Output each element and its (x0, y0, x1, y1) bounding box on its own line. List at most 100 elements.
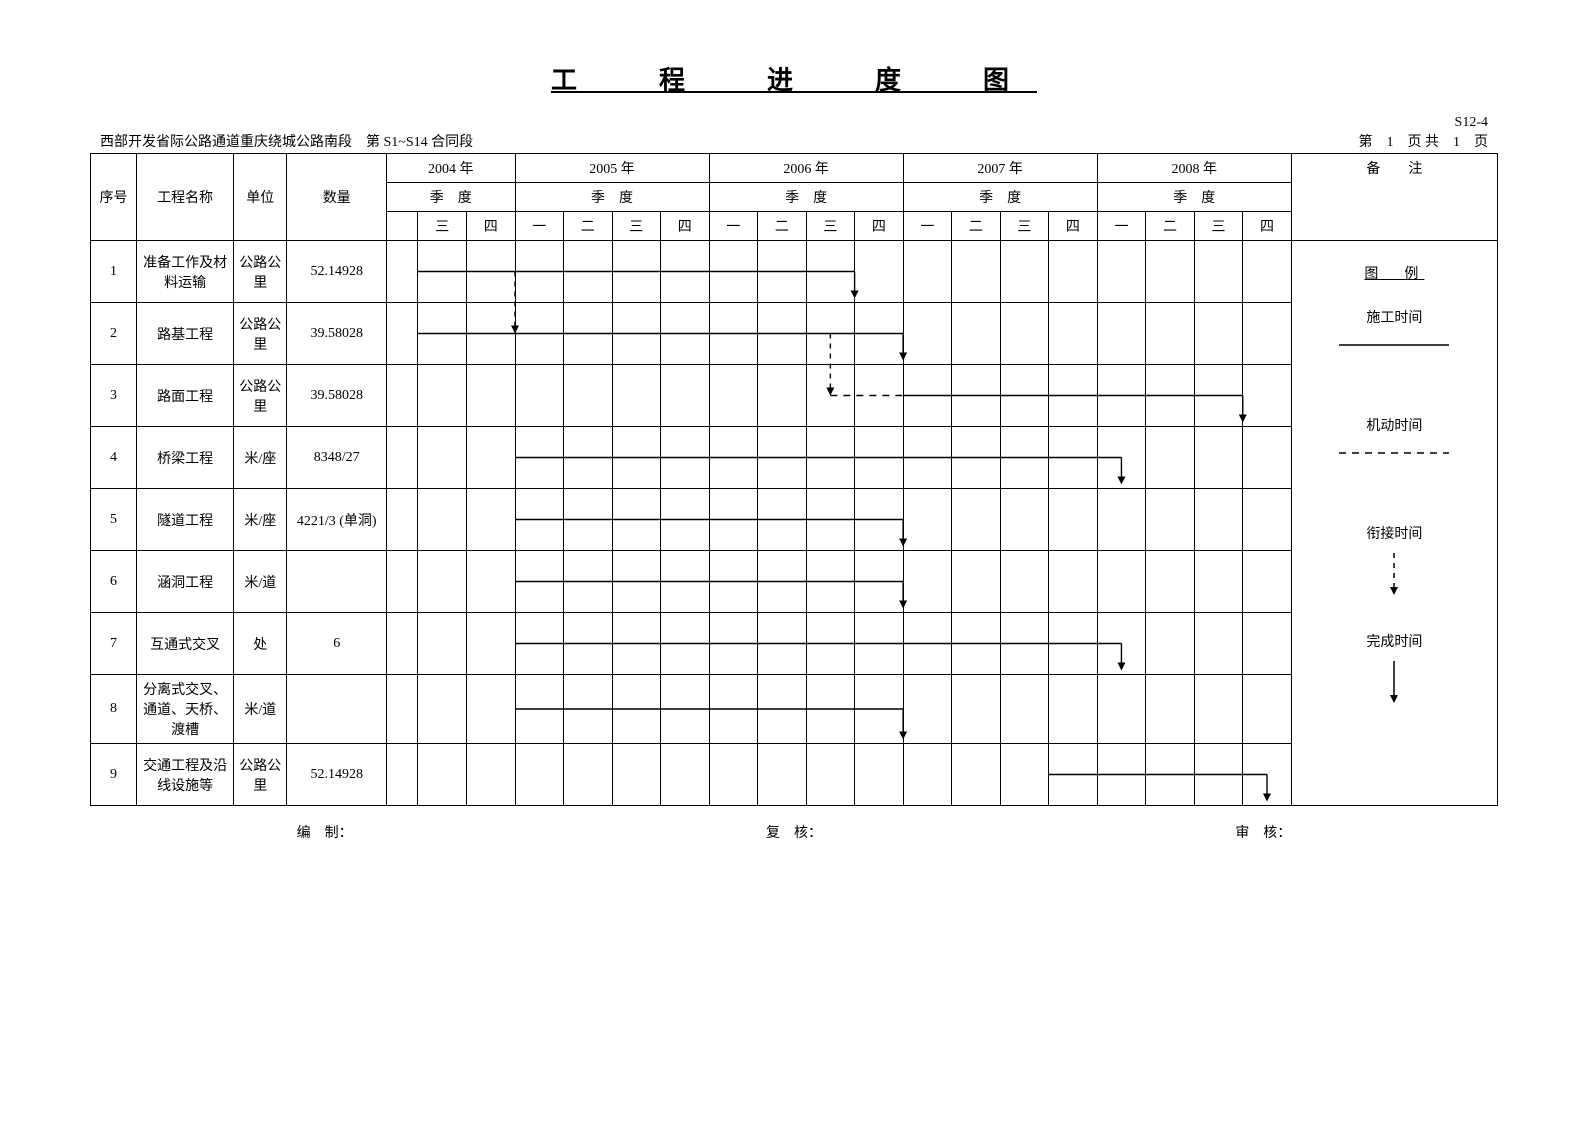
timeline-cell (903, 551, 952, 613)
timeline-cell (386, 613, 418, 675)
timeline-cell (855, 365, 904, 427)
footer-author: 编 制： (297, 822, 353, 842)
timeline-cell (1194, 241, 1243, 303)
legend-link: 衔接时间 (1294, 523, 1495, 543)
timeline-cell (466, 365, 515, 427)
timeline-cell (1243, 675, 1292, 744)
timeline-cell (709, 489, 758, 551)
timeline-cell (855, 241, 904, 303)
table-row: 6涵洞工程米/道 (91, 551, 1498, 613)
timeline-cell (1049, 613, 1098, 675)
timeline-cell (466, 675, 515, 744)
timeline-cell (1097, 551, 1146, 613)
q-2006-4: 四 (855, 212, 904, 241)
table-row: 3路面工程公路公里39.58028 (91, 365, 1498, 427)
timeline-cell (1000, 613, 1049, 675)
hd-q-2007: 季 度 (903, 183, 1097, 212)
timeline-cell (418, 613, 467, 675)
q-2007-3: 三 (1000, 212, 1049, 241)
timeline-cell (952, 613, 1001, 675)
timeline-cell (661, 241, 710, 303)
timeline-cell (1194, 489, 1243, 551)
timeline-cell (1097, 675, 1146, 744)
timeline-cell (709, 365, 758, 427)
timeline-cell (903, 241, 952, 303)
timeline-cell (1146, 241, 1195, 303)
q-2005-2: 二 (564, 212, 613, 241)
timeline-cell (952, 365, 1001, 427)
timeline-cell (515, 675, 564, 744)
timeline-cell (418, 675, 467, 744)
timeline-cell (952, 303, 1001, 365)
timeline-cell (1049, 551, 1098, 613)
timeline-cell (709, 427, 758, 489)
table-row: 2路基工程公路公里39.58028 (91, 303, 1498, 365)
timeline-cell (855, 489, 904, 551)
q-2005-1: 一 (515, 212, 564, 241)
timeline-cell (612, 365, 661, 427)
timeline-cell (466, 744, 515, 806)
timeline-cell (758, 489, 807, 551)
q-2006-2: 二 (758, 212, 807, 241)
timeline-cell (1146, 365, 1195, 427)
timeline-cell (564, 675, 613, 744)
timeline-cell (855, 675, 904, 744)
timeline-cell (1243, 744, 1292, 806)
table-row: 4桥梁工程米/座8348/27 (91, 427, 1498, 489)
timeline-cell (758, 744, 807, 806)
timeline-cell (612, 241, 661, 303)
schedule-table: 序号 工程名称 单位 数量 2004 年 2005 年 2006 年 2007 … (90, 153, 1498, 806)
timeline-cell (564, 365, 613, 427)
timeline-cell (952, 241, 1001, 303)
timeline-cell (1000, 744, 1049, 806)
q-2005-3: 三 (612, 212, 661, 241)
table-row: 9交通工程及沿线设施等公路公里52.14928 (91, 744, 1498, 806)
table-row: 7互通式交叉处6 (91, 613, 1498, 675)
timeline-cell (855, 613, 904, 675)
timeline-cell (515, 551, 564, 613)
timeline-cell (466, 241, 515, 303)
timeline-cell (418, 427, 467, 489)
timeline-cell (386, 744, 418, 806)
timeline-cell (612, 303, 661, 365)
timeline-cell (515, 744, 564, 806)
timeline-cell (661, 489, 710, 551)
q-2008-2: 二 (1146, 212, 1195, 241)
hd-q-2006: 季 度 (709, 183, 903, 212)
timeline-cell (515, 365, 564, 427)
timeline-cell (709, 744, 758, 806)
timeline-cell (386, 551, 418, 613)
timeline-cell (661, 365, 710, 427)
timeline-cell (758, 427, 807, 489)
q-2007-2: 二 (952, 212, 1001, 241)
timeline-cell (903, 427, 952, 489)
timeline-cell (1194, 675, 1243, 744)
timeline-cell (612, 613, 661, 675)
timeline-cell (418, 241, 467, 303)
hd-q-2004: 季 度 (386, 183, 515, 212)
timeline-cell (466, 551, 515, 613)
doc-id: S12-4 (1359, 115, 1489, 131)
timeline-cell (806, 365, 855, 427)
timeline-cell (1000, 365, 1049, 427)
timeline-cell (1000, 675, 1049, 744)
timeline-cell (1049, 675, 1098, 744)
timeline-cell (564, 551, 613, 613)
timeline-cell (806, 303, 855, 365)
q-2005-4: 四 (661, 212, 710, 241)
timeline-cell (806, 744, 855, 806)
timeline-cell (806, 241, 855, 303)
timeline-cell (855, 427, 904, 489)
timeline-cell (952, 675, 1001, 744)
timeline-cell (806, 489, 855, 551)
timeline-cell (515, 489, 564, 551)
timeline-cell (1146, 613, 1195, 675)
timeline-cell (806, 675, 855, 744)
timeline-cell (515, 303, 564, 365)
timeline-cell (1243, 241, 1292, 303)
page-label: 第 1 页 共 1 页 (1359, 131, 1489, 151)
timeline-cell (709, 303, 758, 365)
timeline-cell (1146, 551, 1195, 613)
timeline-cell (806, 551, 855, 613)
timeline-cell (1049, 365, 1098, 427)
